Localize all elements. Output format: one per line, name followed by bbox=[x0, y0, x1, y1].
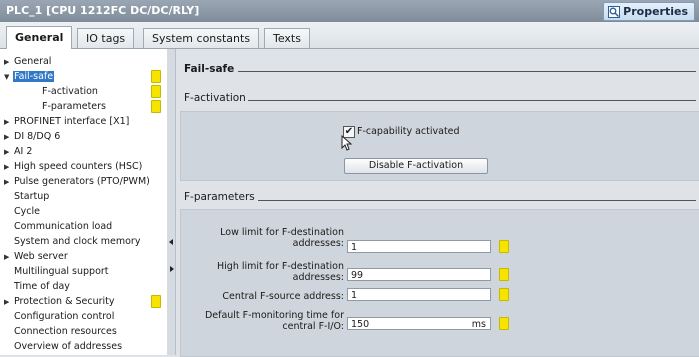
status-marker bbox=[151, 295, 161, 308]
tree-item-label: General bbox=[14, 56, 52, 67]
monitoring-time-input[interactable]: 150 ms bbox=[347, 317, 491, 330]
low-limit-label: Low limit for F-destination addresses: bbox=[220, 227, 344, 249]
tree-item[interactable]: Multilingual support bbox=[4, 264, 110, 279]
expand-arrow-icon[interactable]: ▶ bbox=[4, 250, 13, 265]
tree-item[interactable]: ▶ Protection & Security bbox=[4, 294, 116, 309]
tree-item[interactable]: ▶ PROFINET interface [X1] bbox=[4, 114, 130, 129]
properties-button[interactable]: Properties bbox=[603, 2, 695, 21]
disable-factivation-button[interactable]: Disable F-activation bbox=[344, 158, 488, 174]
tree-item-label: Configuration control bbox=[14, 311, 115, 322]
factivation-panel: ✔ F-capability activated Disable F-activ… bbox=[180, 111, 699, 181]
expand-arrow-icon[interactable]: ▶ bbox=[4, 130, 13, 145]
tree-item-label: High speed counters (HSC) bbox=[14, 161, 143, 172]
tree-item[interactable]: Cycle bbox=[4, 204, 41, 219]
tree-item[interactable]: ▶ General bbox=[4, 54, 52, 69]
mouse-cursor-icon bbox=[341, 135, 353, 151]
tree-item[interactable]: ▶ DI 8/DQ 6 bbox=[4, 129, 61, 144]
expand-arrow-icon[interactable]: ▶ bbox=[4, 115, 13, 130]
high-limit-input[interactable]: 99 bbox=[347, 268, 491, 281]
tree-item-label: PROFINET interface [X1] bbox=[14, 116, 130, 127]
tree-item-label: Web server bbox=[14, 251, 68, 262]
tree-item[interactable]: F-activation bbox=[32, 84, 99, 99]
tree-item[interactable]: System and clock memory bbox=[4, 234, 141, 249]
high-limit-label: High limit for F-destination addresses: bbox=[217, 261, 344, 283]
tree-item-label: Cycle bbox=[14, 206, 40, 217]
tree-item[interactable]: Communication load bbox=[4, 219, 113, 234]
tree-item[interactable]: ▶ High speed counters (HSC) bbox=[4, 159, 143, 174]
expand-right-icon[interactable] bbox=[170, 266, 174, 272]
tree-item-label: Communication load bbox=[14, 221, 113, 232]
central-source-label: Central F-source address: bbox=[222, 291, 344, 302]
status-marker bbox=[151, 70, 161, 83]
properties-content: Fail-safe F-activation ✔ F-capability ac… bbox=[176, 49, 699, 357]
tree-item-label: Connection resources bbox=[14, 326, 117, 337]
tree-item-label: DI 8/DQ 6 bbox=[14, 131, 61, 142]
field-marker bbox=[499, 240, 509, 253]
tree-item[interactable]: Startup bbox=[4, 189, 50, 204]
monitoring-time-unit: ms bbox=[471, 319, 486, 330]
tree-item[interactable]: ▶ Pulse generators (PTO/PWM) bbox=[4, 174, 151, 189]
status-marker bbox=[151, 100, 161, 113]
expand-arrow-icon[interactable]: ▶ bbox=[4, 295, 13, 310]
tab-system-constants[interactable]: System constants bbox=[143, 28, 260, 48]
tree-splitter[interactable] bbox=[167, 49, 176, 355]
fcapability-label: F-capability activated bbox=[357, 126, 460, 137]
tree-item[interactable]: ▶ Web server bbox=[4, 249, 69, 264]
factivation-heading: F-activation bbox=[184, 92, 246, 104]
navigation-tree: ▶ General ▼ Fail-safe F-activation F-paramete… bbox=[0, 49, 168, 355]
tree-item[interactable]: Overview of addresses bbox=[4, 339, 123, 354]
window-title: PLC_1 [CPU 1212FC DC/DC/RLY] bbox=[6, 4, 200, 17]
tree-item[interactable]: ▼ Fail-safe bbox=[4, 69, 55, 85]
field-marker bbox=[499, 317, 509, 330]
monitoring-time-value: 150 bbox=[351, 319, 370, 330]
expand-arrow-icon[interactable]: ▶ bbox=[4, 160, 13, 175]
failsafe-heading: Fail-safe bbox=[184, 63, 235, 75]
tree-item-label: AI 2 bbox=[14, 146, 33, 157]
tab-general[interactable]: General bbox=[6, 26, 73, 49]
tree-item-label: Multilingual support bbox=[14, 266, 109, 277]
tree-item-label: F-parameters bbox=[42, 101, 106, 112]
central-source-input[interactable]: 1 bbox=[347, 288, 491, 301]
tree-item-label: Fail-safe bbox=[13, 71, 55, 82]
title-bar: PLC_1 [CPU 1212FC DC/DC/RLY] Properties bbox=[0, 0, 699, 23]
tab-bar: General IO tags System constants Texts bbox=[0, 22, 699, 49]
fparameters-divider bbox=[258, 200, 696, 201]
tree-item-label: Overview of addresses bbox=[14, 341, 123, 352]
field-marker bbox=[499, 268, 509, 281]
tree-item-label: Time of day bbox=[14, 281, 70, 292]
properties-icon bbox=[608, 5, 621, 18]
tree-item-label: System and clock memory bbox=[14, 236, 141, 247]
tree-item[interactable]: F-parameters bbox=[32, 99, 107, 114]
expand-arrow-icon[interactable]: ▶ bbox=[4, 175, 13, 190]
tree-item-label: Protection & Security bbox=[14, 296, 115, 307]
tab-io-tags[interactable]: IO tags bbox=[77, 28, 135, 48]
monitoring-time-label: Default F-monitoring time for central F-… bbox=[204, 310, 344, 332]
fparameters-heading: F-parameters bbox=[184, 191, 255, 203]
low-limit-input[interactable]: 1 bbox=[347, 240, 491, 253]
tree-item[interactable]: ▶ AI 2 bbox=[4, 144, 33, 159]
properties-label: Properties bbox=[623, 5, 688, 18]
field-marker bbox=[499, 288, 509, 301]
status-marker bbox=[151, 85, 161, 98]
failsafe-divider bbox=[238, 71, 696, 72]
expand-arrow-icon[interactable]: ▶ bbox=[4, 55, 13, 70]
tree-item-label: Startup bbox=[14, 191, 50, 202]
tree-item[interactable]: Configuration control bbox=[4, 309, 115, 324]
tree-item-label: F-activation bbox=[42, 86, 98, 97]
factivation-divider bbox=[248, 100, 696, 101]
expand-arrow-icon[interactable]: ▶ bbox=[4, 145, 13, 160]
tree-item[interactable]: Time of day bbox=[4, 279, 71, 294]
collapse-left-icon[interactable] bbox=[169, 239, 173, 245]
tab-texts[interactable]: Texts bbox=[264, 28, 310, 48]
tree-item-label: Pulse generators (PTO/PWM) bbox=[14, 176, 150, 187]
collapse-arrow-icon[interactable]: ▼ bbox=[4, 70, 13, 85]
tree-item[interactable]: Connection resources bbox=[4, 324, 118, 339]
fparameters-panel: Low limit for F-destination addresses: 1… bbox=[180, 209, 699, 357]
